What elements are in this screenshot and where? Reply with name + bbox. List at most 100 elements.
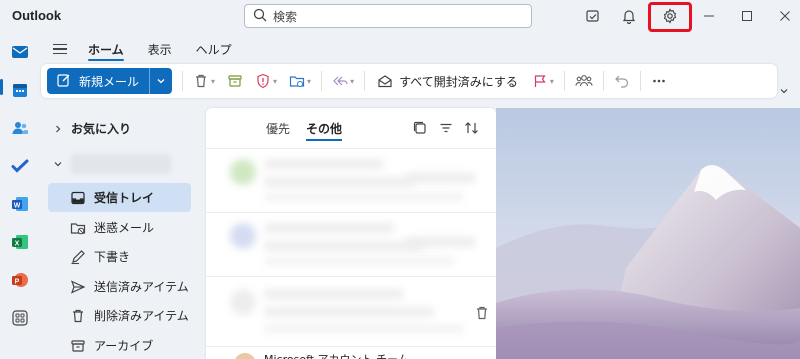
people-app-icon[interactable] bbox=[9, 117, 31, 139]
send-icon bbox=[70, 279, 86, 295]
separator bbox=[563, 71, 565, 91]
mark-all-read-label: すべて開封済みにする bbox=[399, 74, 518, 89]
list-item[interactable] bbox=[206, 276, 496, 346]
message-list-header: 優先 その他 bbox=[206, 108, 496, 148]
folder-junk[interactable]: 迷惑メール bbox=[48, 213, 191, 242]
close-icon[interactable] bbox=[775, 6, 795, 26]
undo-icon bbox=[615, 75, 628, 88]
folder-label: 送信済みアイテム bbox=[94, 280, 189, 294]
my-day-icon[interactable] bbox=[583, 6, 603, 26]
report-button[interactable]: ▾ bbox=[249, 68, 283, 94]
move-to-button[interactable]: ▾ bbox=[283, 68, 317, 94]
app-rail: W X P bbox=[0, 33, 40, 359]
account-header[interactable] bbox=[53, 154, 171, 174]
redacted-preview bbox=[264, 325, 464, 333]
message-list: 優先 その他 Microsoft アカウント チ bbox=[206, 108, 496, 359]
folder-sent[interactable]: 送信済みアイテム bbox=[48, 272, 191, 301]
archive-icon bbox=[228, 75, 242, 87]
tab-home[interactable]: ホーム bbox=[76, 36, 136, 62]
separator bbox=[364, 71, 366, 91]
groups-button[interactable] bbox=[569, 68, 599, 94]
redacted-subject bbox=[264, 307, 434, 317]
maximize-icon[interactable] bbox=[737, 6, 757, 26]
word-app-icon[interactable]: W bbox=[9, 193, 31, 215]
list-item[interactable] bbox=[206, 148, 496, 212]
new-mail-main[interactable]: 新規メール bbox=[47, 68, 149, 94]
list-item[interactable] bbox=[206, 212, 496, 276]
minimize-icon[interactable] bbox=[699, 6, 719, 26]
account-name-redacted bbox=[71, 154, 171, 174]
delete-button[interactable]: ▾ bbox=[187, 68, 221, 94]
new-mail-button[interactable]: 新規メール bbox=[47, 68, 173, 94]
calendar-app-icon[interactable] bbox=[9, 79, 31, 101]
delete-message-icon[interactable] bbox=[474, 305, 490, 321]
chevron-right-icon bbox=[56, 125, 61, 132]
archive-icon bbox=[70, 338, 86, 354]
list-item[interactable]: Microsoft アカウント チーム bbox=[206, 346, 496, 359]
chevron-down-icon bbox=[157, 79, 165, 84]
new-mail-label: 新規メール bbox=[79, 74, 140, 89]
compose-icon bbox=[57, 73, 71, 90]
ribbon-expand-icon[interactable] bbox=[777, 84, 791, 98]
excel-app-icon[interactable]: X bbox=[9, 231, 31, 253]
folder-deleted[interactable]: 削除済みアイテム bbox=[48, 301, 191, 330]
tab-focused[interactable]: 優先 bbox=[266, 120, 290, 137]
separator bbox=[602, 71, 604, 91]
shield-icon bbox=[257, 73, 269, 89]
more-horizontal-icon bbox=[653, 79, 665, 83]
folder-label: 受信トレイ bbox=[94, 191, 155, 205]
redacted-preview bbox=[264, 257, 454, 265]
more-options-button[interactable] bbox=[645, 68, 673, 94]
hamburger-menu-icon[interactable] bbox=[44, 38, 76, 60]
svg-text:X: X bbox=[15, 241, 20, 248]
mail-app-icon[interactable] bbox=[9, 41, 31, 63]
folder-label: 下書き bbox=[94, 250, 131, 264]
tab-view[interactable]: 表示 bbox=[136, 36, 184, 62]
flag-button[interactable]: ▾ bbox=[526, 68, 560, 94]
folder-pane: お気に入り 受信トレイ 迷惑メール 下書き 送信済みアイテム 削除済みアイテム bbox=[41, 108, 199, 359]
app-title: Outlook bbox=[12, 8, 62, 23]
ribbon-tabs: ホーム 表示 ヘルプ bbox=[44, 36, 244, 62]
rail-active-indicator bbox=[0, 79, 3, 95]
search-icon bbox=[253, 8, 267, 25]
ribbon-toolbar: 新規メール ▾ ▾ ▾ ▾ すべて開封済みにする ▾ bbox=[41, 64, 777, 98]
inbox-icon bbox=[70, 190, 86, 206]
powerpoint-app-icon[interactable]: P bbox=[9, 269, 31, 291]
folder-inbox[interactable]: 受信トレイ bbox=[48, 183, 191, 212]
folder-label: 削除済みアイテム bbox=[94, 309, 189, 323]
folder-archive[interactable]: アーカイブ bbox=[48, 331, 191, 359]
tab-help[interactable]: ヘルプ bbox=[184, 36, 244, 62]
separator bbox=[639, 71, 641, 91]
folder-label: アーカイブ bbox=[94, 339, 154, 353]
favorites-header[interactable]: お気に入り bbox=[53, 120, 131, 137]
folder-drafts[interactable]: 下書き bbox=[48, 242, 191, 271]
select-mode-icon[interactable] bbox=[412, 120, 428, 136]
separator bbox=[321, 71, 323, 91]
svg-text:P: P bbox=[15, 279, 20, 286]
bell-icon[interactable] bbox=[619, 6, 639, 26]
search-box[interactable]: 検索 bbox=[244, 4, 532, 28]
new-mail-dropdown[interactable] bbox=[150, 68, 172, 94]
reply-all-button[interactable]: ▾ bbox=[326, 68, 360, 94]
redacted-date bbox=[406, 173, 476, 183]
flag-icon bbox=[534, 75, 546, 87]
redacted-subject bbox=[264, 241, 424, 251]
separator bbox=[182, 71, 184, 91]
avatar bbox=[234, 353, 256, 359]
undo-button[interactable] bbox=[608, 68, 636, 94]
archive-button[interactable] bbox=[221, 68, 249, 94]
filter-icon[interactable] bbox=[438, 120, 454, 136]
redacted-subject bbox=[264, 177, 414, 187]
more-apps-icon[interactable] bbox=[9, 307, 31, 329]
trash-icon bbox=[196, 74, 207, 88]
todo-app-icon[interactable] bbox=[9, 155, 31, 177]
trash-icon bbox=[70, 308, 86, 324]
avatar bbox=[230, 223, 256, 249]
draft-icon bbox=[70, 249, 86, 265]
title-bar: Outlook 検索 bbox=[0, 0, 800, 33]
sort-icon[interactable] bbox=[464, 120, 480, 136]
mark-all-read-button[interactable]: すべて開封済みにする bbox=[369, 73, 526, 90]
tab-other[interactable]: その他 bbox=[306, 120, 343, 141]
people-group-icon bbox=[575, 75, 593, 87]
junk-icon bbox=[70, 220, 86, 236]
